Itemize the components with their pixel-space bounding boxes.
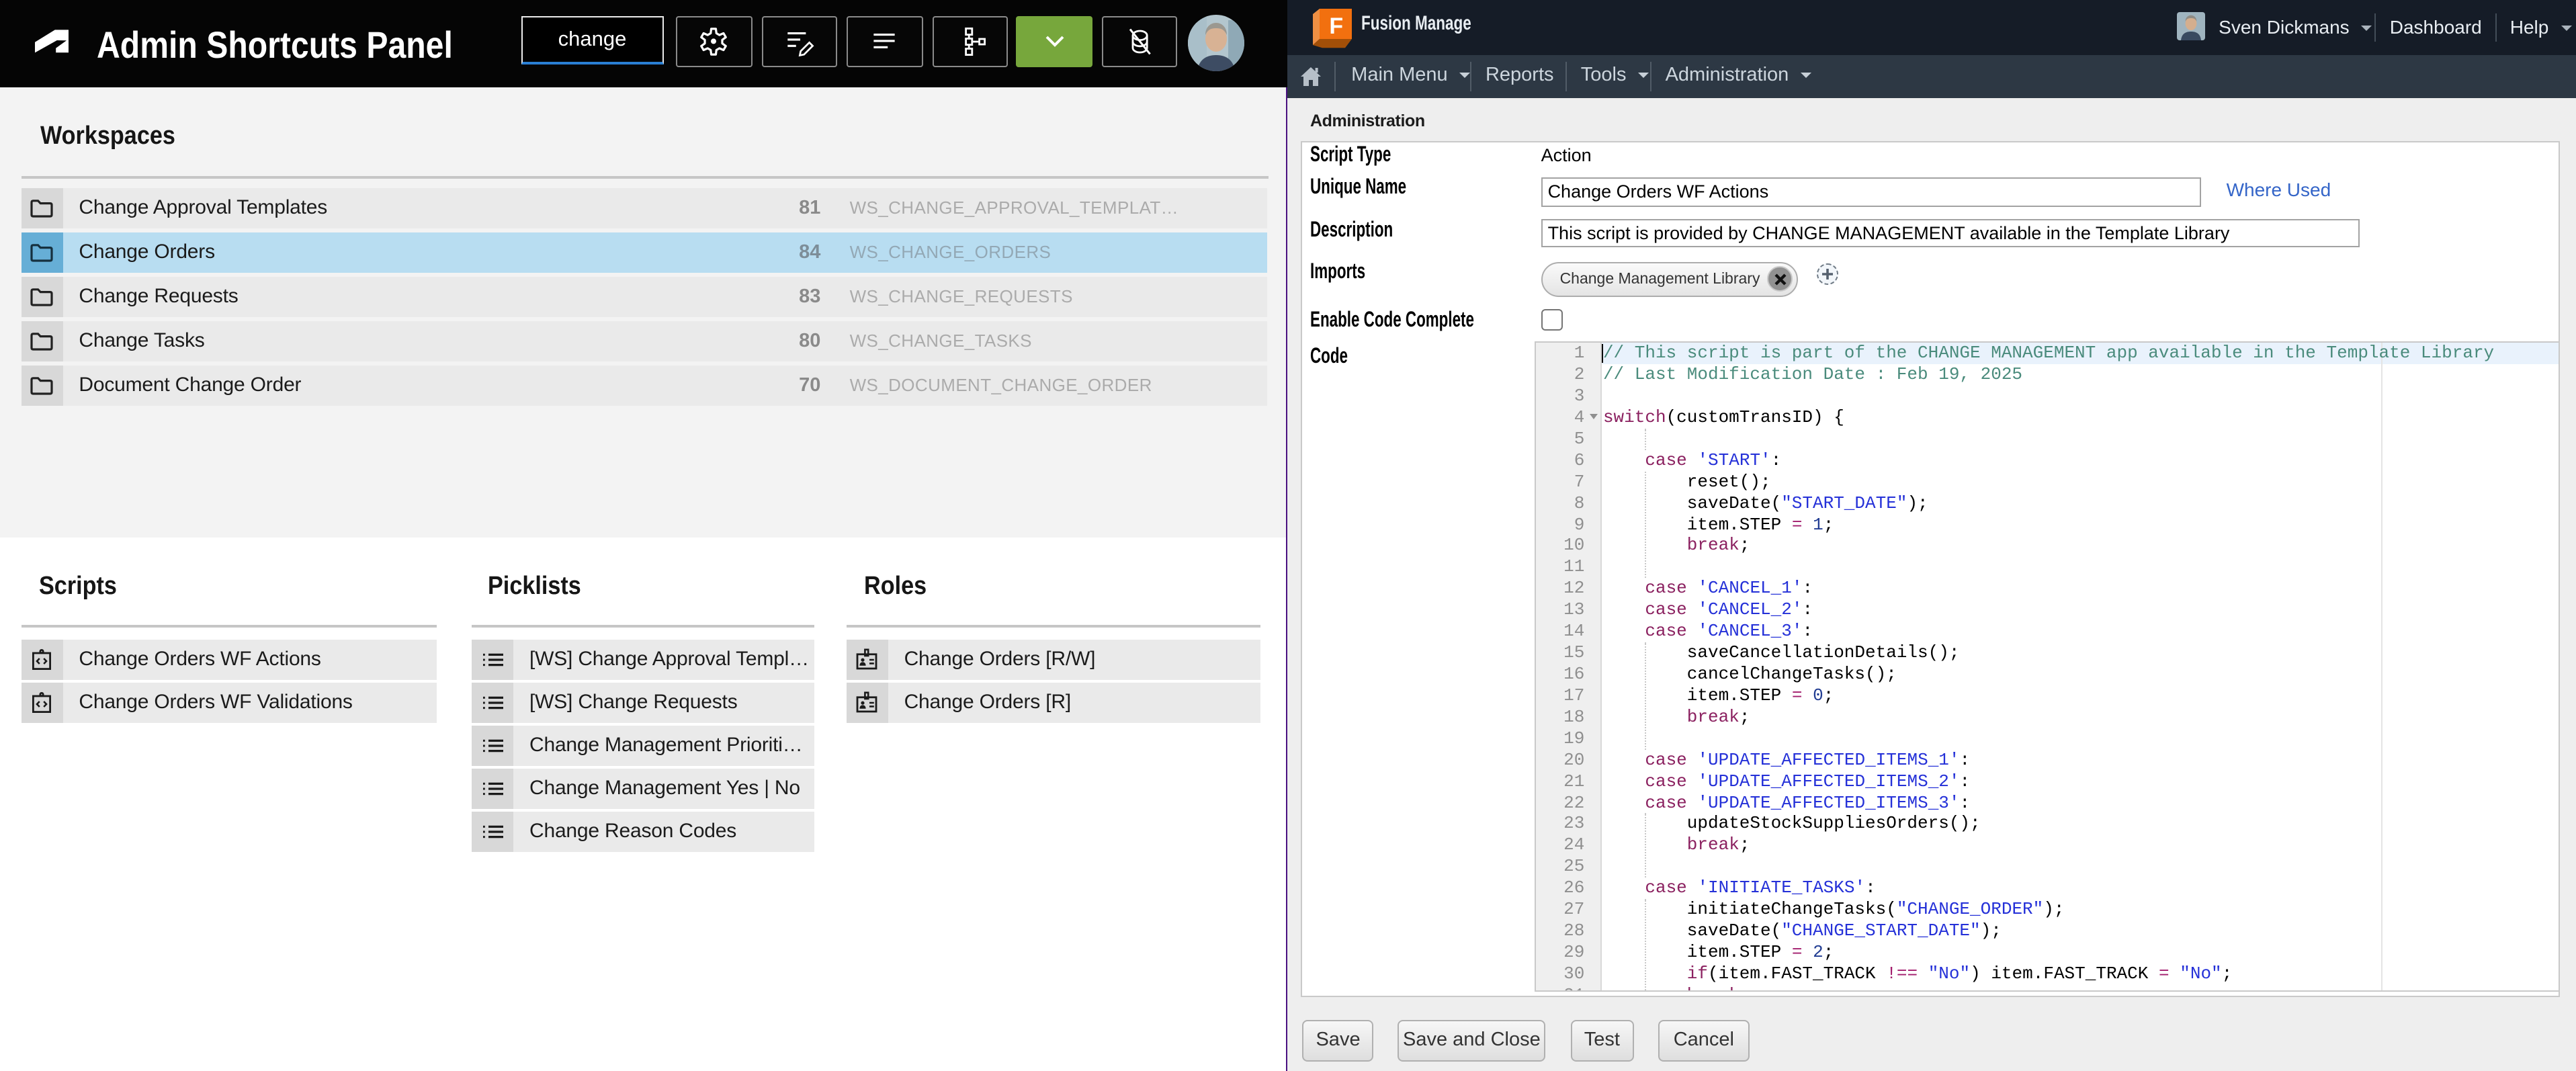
svg-text:F: F [1330, 13, 1344, 38]
